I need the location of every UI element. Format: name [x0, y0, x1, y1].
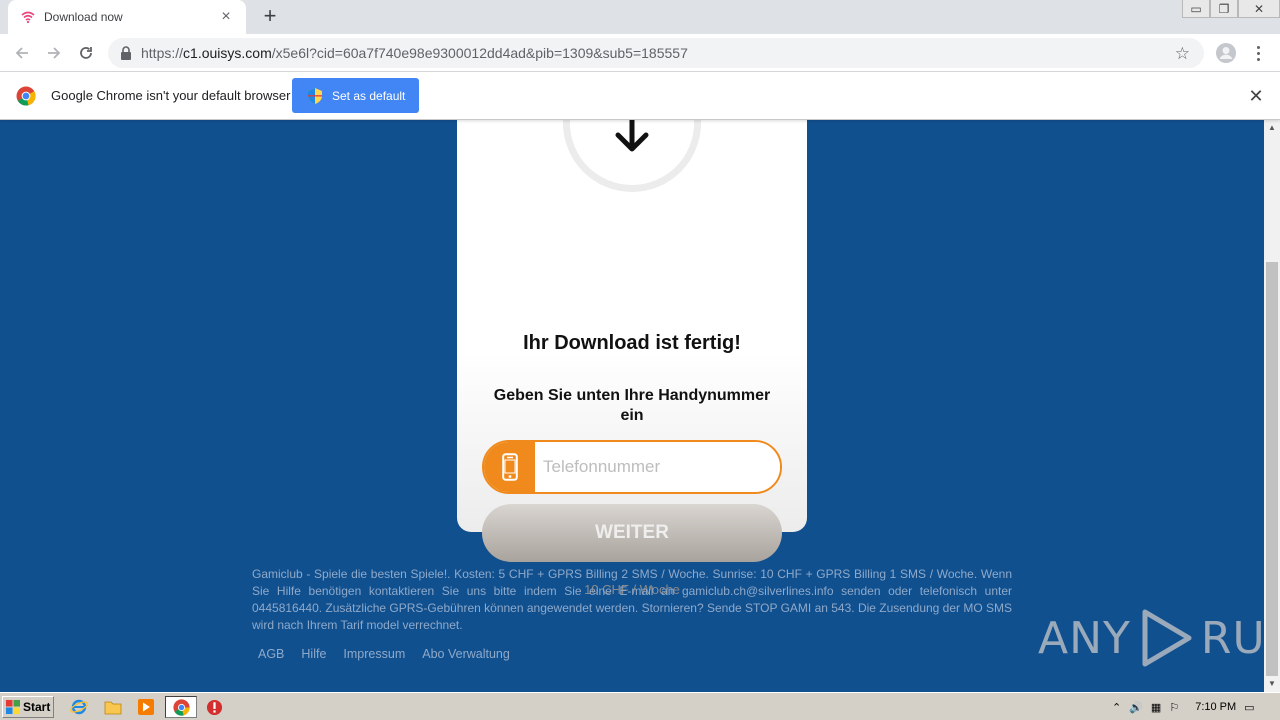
footer-link-hilfe[interactable]: Hilfe	[301, 647, 326, 661]
forward-button[interactable]	[42, 41, 66, 65]
url-host: c1.ouisys.com	[183, 45, 272, 61]
shield-icon	[308, 87, 322, 104]
phone-number-input[interactable]	[535, 442, 780, 492]
chrome-menu-icon[interactable]	[1248, 41, 1268, 65]
restore-button[interactable]: ❐	[1210, 0, 1238, 18]
action-center-flag-icon[interactable]: ⚐	[1169, 701, 1179, 714]
set-as-default-label: Set as default	[332, 88, 406, 103]
new-tab-button[interactable]: +	[258, 5, 282, 28]
reload-button[interactable]	[74, 41, 98, 65]
windows-logo-icon	[6, 700, 20, 714]
chrome-taskbar-icon[interactable]	[172, 698, 190, 716]
window-controls: ▭ ❐ ✕	[1182, 0, 1280, 20]
page-viewport: Ihr Download ist fertig! Geben Sie unten…	[0, 120, 1264, 692]
watermark-left: ANY	[1038, 612, 1131, 664]
back-arrow-icon	[15, 47, 28, 59]
default-browser-infobar: Google Chrome isn't your default browser…	[0, 72, 1280, 120]
system-tray: ⌃ 🔊 ▦ ⚐ 7:10 PM ▭	[1106, 696, 1278, 718]
back-button[interactable]	[10, 41, 34, 65]
address-bar[interactable]: https://c1.ouisys.com/x5e6l?cid=60a7f740…	[108, 38, 1204, 68]
play-logo-icon	[1142, 609, 1192, 667]
page-subtitle: Geben Sie unten Ihre Handynummer ein	[493, 387, 771, 424]
forward-arrow-icon	[48, 47, 61, 59]
profile-avatar-icon[interactable]	[1214, 41, 1238, 65]
footer-links: AGB Hilfe Impressum Abo Verwaltung	[258, 647, 510, 661]
url-path: /x5e6l?cid=60a7f740e98e9300012dd4ad&pib=…	[271, 45, 688, 61]
reload-icon	[80, 47, 92, 59]
browser-toolbar: https://c1.ouisys.com/x5e6l?cid=60a7f740…	[0, 34, 1280, 72]
download-arrow-icon	[615, 120, 649, 152]
page-scrollbar[interactable]: ▲ ▼	[1264, 120, 1280, 692]
anyrun-watermark: ANY RUN	[1038, 608, 1264, 668]
scroll-up-icon[interactable]: ▲	[1264, 120, 1280, 136]
page-title: Ihr Download ist fertig!	[523, 332, 741, 354]
start-button[interactable]: Start	[2, 696, 54, 718]
scrollbar-thumb[interactable]	[1266, 262, 1278, 676]
weiter-button[interactable]: WEITER	[482, 504, 782, 562]
bookmark-star-icon[interactable]: ☆	[1175, 44, 1190, 64]
media-player-icon[interactable]	[137, 698, 155, 716]
scroll-down-icon[interactable]: ▼	[1264, 676, 1280, 692]
disclaimer-text: Gamiclub - Spiele die besten Spiele!. Ko…	[252, 567, 1013, 632]
watermark-right: RUN	[1200, 612, 1264, 664]
footer-link-abo-verwaltung[interactable]: Abo Verwaltung	[422, 647, 510, 661]
show-desktop-icon[interactable]: ▭	[1244, 701, 1254, 714]
chrome-logo-icon	[16, 86, 36, 106]
infobar-close-icon[interactable]: ✕	[1246, 86, 1266, 106]
window-close-button[interactable]: ✕	[1238, 0, 1280, 18]
minimize-button[interactable]: ▭	[1182, 0, 1210, 18]
set-as-default-button[interactable]: Set as default	[292, 78, 419, 113]
phone-icon	[484, 442, 535, 492]
tab-title: Download now	[44, 10, 123, 24]
taskbar-clock[interactable]: 7:10 PM	[1195, 701, 1236, 713]
wifi-icon	[20, 9, 36, 25]
tab-close-icon[interactable]: ×	[218, 9, 234, 25]
start-label: Start	[23, 700, 51, 714]
phone-number-field	[482, 440, 782, 494]
stop-sign-icon[interactable]	[205, 698, 223, 716]
volume-icon[interactable]: 🔊	[1129, 701, 1143, 714]
network-icon[interactable]: ▦	[1151, 701, 1161, 714]
explorer-folder-icon[interactable]	[104, 698, 122, 716]
lock-icon	[121, 46, 131, 60]
footer-link-agb[interactable]: AGB	[258, 647, 284, 661]
download-badge	[563, 120, 701, 192]
footer-link-impressum[interactable]: Impressum	[343, 647, 405, 661]
tray-expand-icon[interactable]: ⌃	[1112, 701, 1121, 714]
download-card: Ihr Download ist fertig! Geben Sie unten…	[457, 120, 807, 597]
url-text: https://c1.ouisys.com/x5e6l?cid=60a7f740…	[141, 45, 688, 61]
infobar-message: Google Chrome isn't your default browser	[51, 88, 291, 103]
tab-strip: Download now × + ▭ ❐ ✕	[0, 0, 1280, 34]
windows-taskbar: Start ⌃ 🔊 ▦ ⚐ 7:10 PM ▭	[0, 692, 1280, 720]
ie-icon[interactable]	[70, 698, 88, 716]
url-scheme: https://	[141, 45, 184, 61]
tab-download-now[interactable]: Download now ×	[8, 0, 246, 34]
